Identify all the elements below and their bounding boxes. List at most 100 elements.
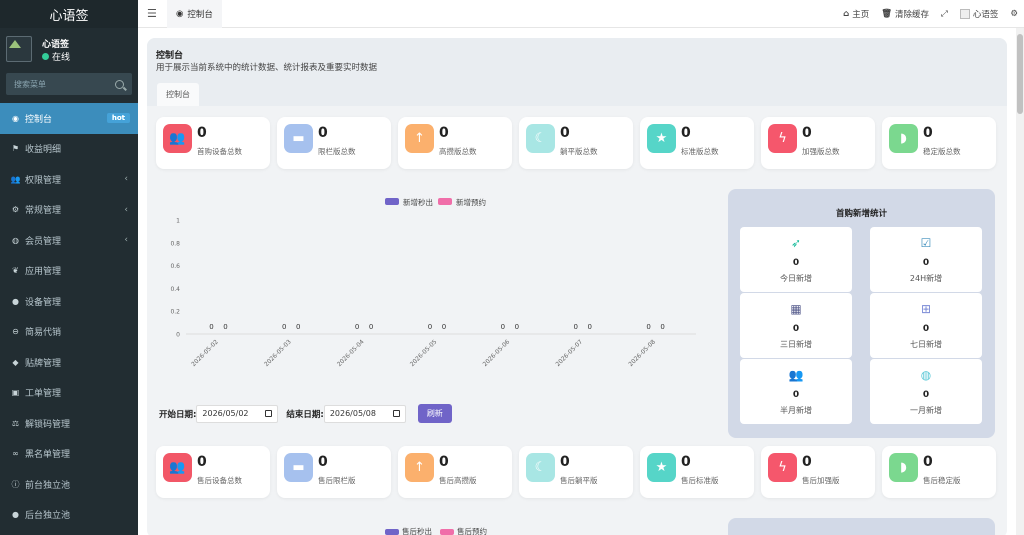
- stat-card: ☾ 0 售后躺平版: [519, 446, 633, 498]
- after-sales-stats-panel: [728, 518, 995, 535]
- sidebar-item[interactable]: ◍ 会员管理 ‹: [0, 225, 138, 256]
- settings-icon[interactable]: ⚙: [1010, 9, 1018, 19]
- stat-value: 0: [318, 125, 328, 141]
- stat-label: 售后高攒版: [439, 476, 477, 485]
- data-label: 0: [646, 323, 650, 331]
- sidebar-item[interactable]: ∞ 黑名单管理: [0, 439, 138, 470]
- fullscreen-icon[interactable]: ⤢: [941, 9, 948, 19]
- data-label: 0: [282, 323, 286, 331]
- info-circle-icon: ⓘ: [11, 479, 20, 489]
- search-icon[interactable]: [115, 79, 124, 89]
- minus-circle-icon: ⊖: [12, 327, 19, 337]
- new-stat-card: ◍ 0 一月新增: [870, 359, 982, 424]
- stat-label: 售后限栏版: [318, 476, 356, 485]
- start-date-value: 2026/05/02: [202, 409, 249, 418]
- user-circle-icon: ◍: [920, 368, 932, 382]
- new-stat-label: 半月新增: [780, 406, 812, 415]
- stat-label: 售后加强版: [802, 476, 840, 485]
- binoculars-icon: ∞: [12, 449, 19, 459]
- cogs-icon: ⚙: [11, 205, 20, 215]
- avatar: [6, 36, 32, 62]
- clear-cache-label: 清除缓存: [895, 10, 930, 20]
- stat-label: 限栏版总数: [318, 147, 356, 156]
- end-date-input[interactable]: 2026/05/08: [323, 404, 406, 423]
- chart2-legend: 售后秒出 售后预约: [385, 526, 487, 535]
- refresh-button[interactable]: 刷新: [417, 404, 452, 423]
- start-date-input[interactable]: 2026/05/02: [196, 404, 279, 423]
- x-tick-label: 2026-05-04: [336, 338, 366, 368]
- data-label: 0: [660, 323, 664, 331]
- hamburger-icon[interactable]: ☰: [147, 7, 161, 20]
- stat-card: ϟ 0 售后加强版: [761, 446, 875, 498]
- page-title: 控制台: [156, 51, 184, 61]
- scrollbar[interactable]: [1016, 28, 1024, 535]
- sidebar-item[interactable]: ● 后台独立池: [0, 500, 138, 531]
- end-date-value: 2026/05/08: [329, 409, 376, 418]
- sidebar-item[interactable]: ⊖ 简易代销: [0, 317, 138, 348]
- clear-cache-button[interactable]: 🗑 清除缓存: [881, 8, 929, 20]
- new-stat-value: 0: [792, 324, 800, 334]
- sidebar-item-label: 后台独立池: [25, 511, 71, 522]
- sidebar-item[interactable]: ⚙ 常规管理 ‹: [0, 195, 138, 226]
- sidebar-item-label: 贴牌管理: [25, 358, 62, 369]
- panel-header: 控制台 用于展示当前系统中的统计数据、统计报表及重要实时数据 控制台: [147, 38, 1007, 106]
- briefcase-icon: ▣: [11, 388, 20, 398]
- main-content: 控制台 用于展示当前系统中的统计数据、统计报表及重要实时数据 控制台 👥 0 首购设…: [138, 28, 1016, 535]
- sidebar-item[interactable]: ⚑ 收益明细: [0, 134, 138, 165]
- sidebar-item[interactable]: ◆ 贴牌管理: [0, 347, 138, 378]
- users-icon: 👥: [163, 124, 192, 153]
- online-dot-icon: [42, 53, 49, 60]
- y-tick-label: 0.2: [170, 309, 180, 316]
- sidebar-item-label: 收益明细: [25, 145, 62, 156]
- page-description: 用于展示当前系统中的统计数据、统计报表及重要实时数据: [156, 63, 378, 73]
- bolt-icon: ϟ: [768, 124, 797, 153]
- tab-console[interactable]: 控制台: [157, 83, 199, 106]
- sidebar-item-label: 常规管理: [25, 206, 62, 217]
- end-date-label: 结束日期:: [286, 409, 324, 420]
- home-link[interactable]: ⌂ 主页: [843, 8, 869, 20]
- tab-dashboard[interactable]: ◉ 控制台: [167, 0, 222, 28]
- user-status: 在线: [42, 50, 70, 63]
- stat-card: ☾ 0 躺平版总数: [519, 117, 633, 169]
- topbar-right: ⌂ 主页 🗑 清除缓存 ⤢ 心语签 ⚙: [843, 0, 1018, 28]
- stat-label: 加强版总数: [802, 147, 840, 156]
- y-tick-label: 0.4: [170, 286, 180, 293]
- sidebar-item[interactable]: ● 设备管理: [0, 286, 138, 317]
- stat-value: 0: [560, 454, 570, 470]
- stat-card: ★ 0 售后标准版: [640, 446, 754, 498]
- sidebar-item[interactable]: ⚖ 解锁码管理: [0, 408, 138, 439]
- sidebar-item[interactable]: ❦ 应用管理: [0, 256, 138, 287]
- new-stat-label: 一月新增: [910, 406, 942, 415]
- new-stat-card: ☑ 0 24H新增: [870, 227, 982, 292]
- legend-item[interactable]: 售后秒出: [385, 526, 432, 535]
- new-stat-value: 0: [792, 390, 800, 400]
- stat-label: 首购设备总数: [197, 147, 242, 156]
- sidebar-item-label: 前台独立池: [25, 480, 71, 491]
- app-logo[interactable]: 心语签: [0, 0, 138, 28]
- arrow-up-icon: ↑: [405, 453, 434, 482]
- sidebar-item[interactable]: ▣ 工单管理: [0, 378, 138, 409]
- users-icon: 👥: [10, 174, 21, 184]
- sidebar-item[interactable]: ◉ 控制台 hot: [0, 103, 138, 134]
- sidebar-item[interactable]: 👥 权限管理 ‹: [0, 164, 138, 195]
- x-tick-label: 2026-05-03: [263, 338, 293, 368]
- stat-value: 0: [439, 454, 449, 470]
- scrollbar-thumb[interactable]: [1017, 34, 1023, 114]
- menu-search: [6, 73, 132, 95]
- legend-item[interactable]: 售后预约: [440, 526, 487, 535]
- bed-icon: ▬: [284, 124, 313, 153]
- chart-new-orders: 新增秒出 新增预约 0 0.2 0.4 0.6 0.8 1 0 0 2026-05-02 0 0 2026…: [156, 188, 716, 406]
- new-stats-title: 首购新增统计: [835, 209, 887, 219]
- sidebar-item[interactable]: ⓘ 前台独立池: [0, 469, 138, 500]
- new-stat-label: 三日新增: [780, 340, 812, 349]
- stat-card: 👥 0 售后设备总数: [156, 446, 270, 498]
- data-label: 0: [428, 323, 432, 331]
- menu-search-input[interactable]: [14, 79, 104, 89]
- data-label: 0: [501, 323, 505, 331]
- stat-card: ↑ 0 售后高攒版: [398, 446, 512, 498]
- sidebar-item-label: 会员管理: [25, 236, 62, 247]
- sidebar-menu: ◉ 控制台 hot ⚑ 收益明细 👥 权限管理 ‹ ⚙ 常规管理 ‹ ◍ 会员管理 ‹ ❦ 应用管理 ● 设备管理…: [0, 103, 138, 530]
- user-menu[interactable]: 心语签: [959, 8, 998, 20]
- arrow-up-icon: ↑: [405, 124, 434, 153]
- avatar: [959, 9, 970, 19]
